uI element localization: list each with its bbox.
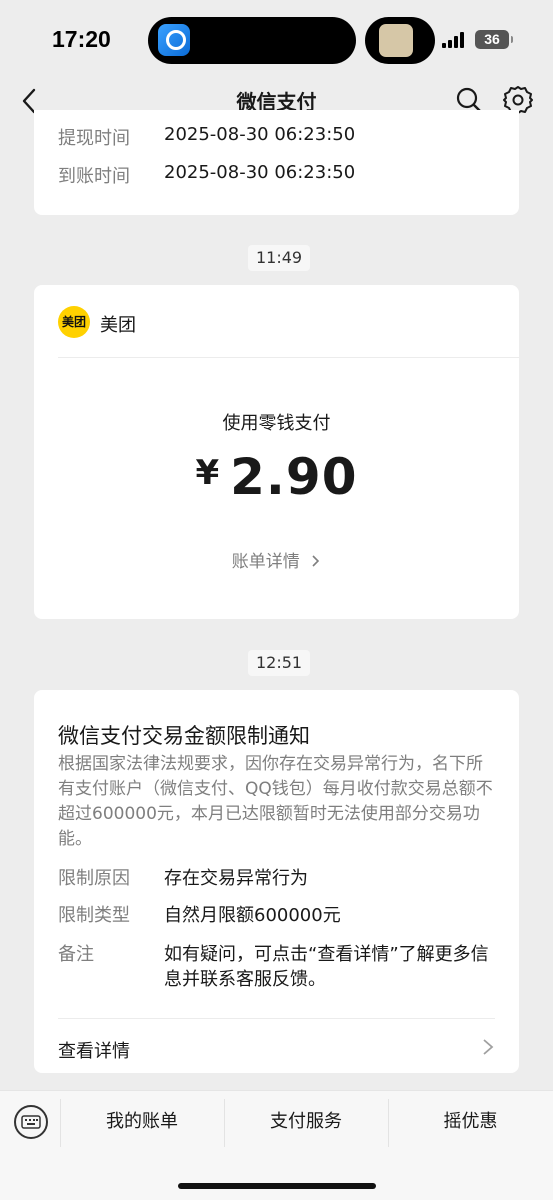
dynamic-island[interactable] xyxy=(148,17,356,64)
row-value: 自然月限额600000元 xyxy=(164,905,341,926)
pay-method: 使用零钱支付 xyxy=(222,413,331,434)
row-label: 到账时间 xyxy=(58,166,130,187)
status-time: 17:20 xyxy=(52,26,111,52)
bill-detail-link[interactable]: 账单详情 xyxy=(34,547,519,572)
row-label: 备注 xyxy=(58,944,94,965)
row-label: 限制类型 xyxy=(58,905,130,926)
row-value: 如有疑问，可点击“查看详情”了解更多信息并联系客服反馈。 xyxy=(164,944,489,990)
divider xyxy=(58,357,519,358)
bill-link-label: 账单详情 xyxy=(231,552,300,572)
my-bills-menu[interactable]: 我的账单 xyxy=(60,1101,224,1149)
music-thumb-icon[interactable] xyxy=(379,24,413,57)
payment-card[interactable]: 美团 美团 使用零钱支付 ¥2.90 账单详情 xyxy=(34,285,519,619)
currency-symbol: ¥ xyxy=(195,453,221,493)
withdraw-card[interactable]: 提现时间 2025-08-30 06:23:50 到账时间 2025-08-30… xyxy=(34,110,519,215)
view-details-row[interactable]: 查看详情 xyxy=(58,1018,495,1062)
view-details-label: 查看详情 xyxy=(58,1041,130,1062)
row-value: 2025-08-30 06:23:50 xyxy=(164,124,356,145)
row-label: 限制原因 xyxy=(58,868,130,889)
keyboard-icon[interactable] xyxy=(14,1105,48,1139)
status-bar: 17:20 36 xyxy=(0,0,553,80)
amount-value: 2.90 xyxy=(230,448,358,506)
signal-icon xyxy=(442,32,468,48)
chevron-right-icon xyxy=(483,1039,494,1055)
row-value: 2025-08-30 06:23:50 xyxy=(164,162,356,183)
notice-body: 根据国家法律法规要求，因你存在交易异常行为，名下所有支付账户（微信支付、QQ钱包… xyxy=(58,754,493,849)
row-label: 提现时间 xyxy=(58,128,130,149)
limit-notice-card[interactable]: 微信支付交易金额限制通知 根据国家法律法规要求，因你存在交易异常行为，名下所有支… xyxy=(34,690,519,1073)
message-timestamp: 12:51 xyxy=(248,650,311,676)
shake-deals-menu[interactable]: 摇优惠 xyxy=(388,1101,553,1149)
message-timestamp: 11:49 xyxy=(248,245,311,271)
battery-icon: 36 xyxy=(475,30,513,49)
payment-amount: ¥2.90 xyxy=(34,448,519,506)
railway-app-icon[interactable] xyxy=(158,24,190,56)
merchant-name: 美团 xyxy=(100,315,136,336)
pay-service-menu[interactable]: 支付服务 xyxy=(224,1101,388,1149)
meituan-logo: 美团 xyxy=(58,306,90,338)
chevron-right-icon xyxy=(312,555,320,567)
notice-title: 微信支付交易金额限制通知 xyxy=(58,724,310,748)
home-indicator[interactable] xyxy=(178,1183,376,1189)
media-island[interactable] xyxy=(365,17,435,64)
row-value: 存在交易异常行为 xyxy=(164,868,308,889)
